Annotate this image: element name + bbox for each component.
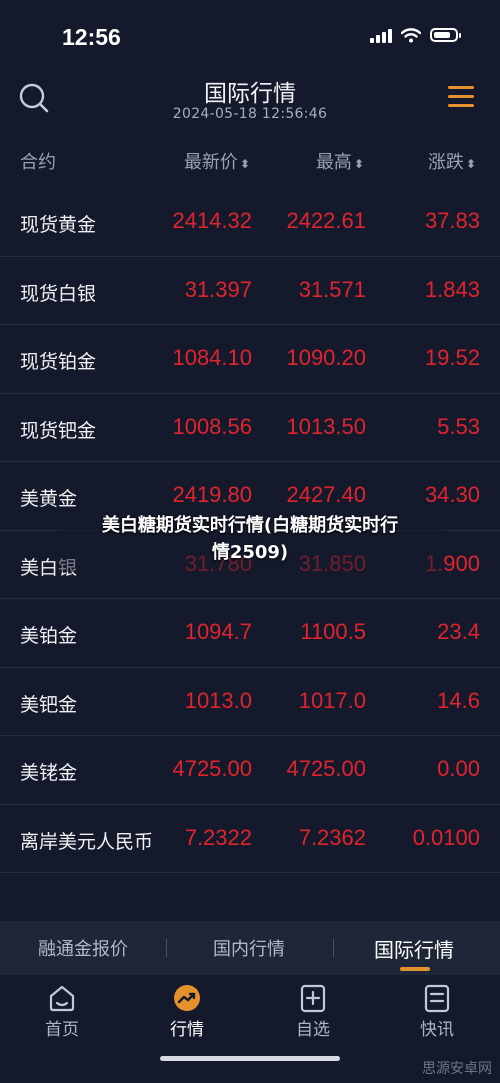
contract-name: 美钯金 <box>20 693 78 716</box>
status-time: 12:56 <box>62 24 121 50</box>
column-contract: 合约 <box>20 152 56 173</box>
market-tabs: 融通金报价 国内行情 国际行情 <box>0 921 500 975</box>
quote-row[interactable]: 现货钯金 1008.56 1013.50 5.53 <box>0 394 500 462</box>
quote-row[interactable]: 美铂金 1094.7 1100.5 23.4 <box>0 599 500 668</box>
caption-line-1: 美白糖期货实时行情(白糖期货实时行 <box>101 515 399 536</box>
high-price: 1013.50 <box>286 413 366 439</box>
status-icons <box>370 27 461 43</box>
page-title: 国际行情 <box>204 81 296 107</box>
caption-overlay: 美白糖期货实时行情(白糖期货实时行 情2509) <box>58 512 442 566</box>
contract-name: 离岸美元人民币 <box>20 830 154 853</box>
nav-market[interactable]: 行情 <box>147 983 227 1040</box>
column-high-label: 最高 <box>315 152 352 173</box>
contract-name: 美铂金 <box>20 625 78 647</box>
tab-rongtong-quote[interactable]: 融通金报价 <box>38 935 128 961</box>
sort-icon: ⬍ <box>239 157 250 171</box>
column-last-price[interactable]: 最新价 ⬍ <box>184 148 250 174</box>
last-price: 1094.7 <box>184 619 252 644</box>
nav-news-label: 快讯 <box>420 1020 454 1040</box>
header: 国际行情 2024-05-18 12:56:46 <box>0 66 500 136</box>
nav-home-label: 首页 <box>45 1020 79 1040</box>
nav-news[interactable]: 快讯 <box>397 983 477 1040</box>
high-price: 1100.5 <box>300 619 366 644</box>
sort-icon: ⬍ <box>465 157 476 171</box>
last-price: 1084.10 <box>172 345 252 370</box>
quote-row[interactable]: 美钯金 1013.0 1017.0 14.6 <box>0 668 500 736</box>
column-header: 合约 最新价 ⬍ 最高 ⬍ 涨跌 ⬍ <box>0 146 500 176</box>
market-trend-icon <box>174 985 200 1011</box>
column-high[interactable]: 最高 ⬍ <box>316 148 364 174</box>
tab-international[interactable]: 国际行情 <box>374 934 454 963</box>
nav-market-label: 行情 <box>170 1020 204 1040</box>
change-value: 14.6 <box>437 687 480 713</box>
change-value: 0.00 <box>437 756 480 781</box>
change-value: 34.30 <box>424 482 480 507</box>
contract-name: 现货白银 <box>20 282 97 305</box>
last-price: 31.397 <box>184 276 252 302</box>
quote-row[interactable]: 现货铂金 1084.10 1090.20 19.52 <box>0 325 500 394</box>
last-price: 2414.32 <box>172 208 252 233</box>
watermark: 思源安卓网 <box>422 1061 492 1077</box>
high-price: 2427.40 <box>286 482 366 507</box>
caption-line-2: 情2509) <box>211 542 289 563</box>
contract-name: 现货铂金 <box>20 351 97 373</box>
status-bar: 12:56 <box>0 0 500 68</box>
quote-row[interactable]: 现货黄金 2414.32 2422.61 37.83 <box>0 188 500 257</box>
news-icon <box>424 984 450 1013</box>
contract-name: 现货钯金 <box>20 419 97 442</box>
last-price: 1013.0 <box>184 687 252 713</box>
contract-name: 美铑金 <box>20 762 78 784</box>
quote-row[interactable]: 现货白银 31.397 31.571 1.843 <box>0 257 500 325</box>
nav-home[interactable]: 首页 <box>22 983 102 1040</box>
high-price: 1017.0 <box>298 687 366 713</box>
last-price: 7.2322 <box>184 824 252 850</box>
last-price: 4725.00 <box>172 756 252 781</box>
high-price: 1090.20 <box>286 345 366 370</box>
battery-icon <box>430 28 461 42</box>
home-indicator <box>160 1056 340 1061</box>
tab-divider <box>166 939 167 957</box>
quote-row[interactable]: 美铑金 4725.00 4725.00 0.00 <box>0 736 500 805</box>
change-value: 19.52 <box>424 345 480 370</box>
change-value: 5.53 <box>437 413 480 439</box>
nav-watchlist[interactable]: 自选 <box>273 983 353 1040</box>
column-last-price-label: 最新价 <box>183 152 238 173</box>
high-price: 4725.00 <box>286 756 366 781</box>
change-value: 1.843 <box>424 276 480 302</box>
page-datetime: 2024-05-18 12:56:46 <box>172 106 328 122</box>
sort-icon: ⬍ <box>353 157 364 171</box>
tab-divider <box>333 939 334 957</box>
signal-icon <box>370 27 392 43</box>
add-watchlist-icon <box>300 984 326 1013</box>
high-price: 31.571 <box>298 276 366 302</box>
change-value: 0.0100 <box>412 824 480 850</box>
high-price: 2422.61 <box>286 208 366 233</box>
wifi-icon <box>401 27 421 42</box>
nav-watchlist-label: 自选 <box>296 1020 330 1040</box>
last-price: 2419.80 <box>172 482 252 507</box>
active-tab-indicator <box>400 967 430 971</box>
tab-domestic[interactable]: 国内行情 <box>213 935 285 961</box>
high-price: 7.2362 <box>298 824 366 850</box>
column-change[interactable]: 涨跌 ⬍ <box>428 148 476 174</box>
quote-row[interactable]: 离岸美元人民币 7.2322 7.2362 0.0100 <box>0 805 500 873</box>
last-price: 1008.56 <box>172 413 252 439</box>
change-value: 37.83 <box>424 208 480 233</box>
contract-name: 现货黄金 <box>20 214 97 236</box>
contract-name: 美黄金 <box>20 488 78 510</box>
change-value: 23.4 <box>437 619 480 644</box>
column-change-label: 涨跌 <box>427 152 464 173</box>
home-icon <box>49 985 75 1012</box>
menu-icon[interactable] <box>448 86 474 108</box>
